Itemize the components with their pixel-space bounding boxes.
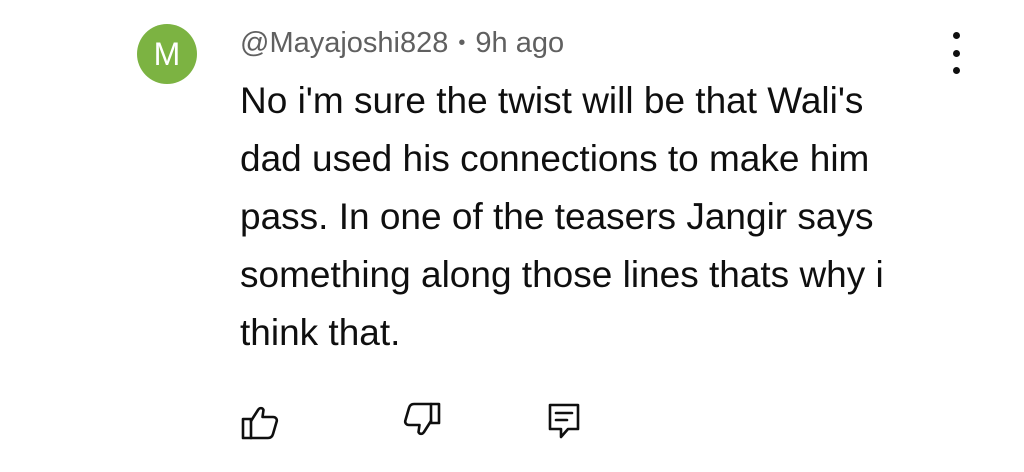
comment-text-line: think that. xyxy=(240,312,401,353)
dislike-button[interactable] xyxy=(398,397,446,445)
comment-text: No i'm sure the twist will be that Wali'… xyxy=(240,72,940,362)
comment-text-line: No i'm sure the twist will be that Wali'… xyxy=(240,80,864,121)
more-dot xyxy=(952,49,960,57)
more-dot xyxy=(952,32,960,39)
thumb-down-icon xyxy=(403,402,441,436)
meta-separator: • xyxy=(458,31,466,54)
avatar[interactable]: M xyxy=(137,24,197,84)
like-button[interactable] xyxy=(236,397,284,445)
comment-text-line: dad used his connections to make him xyxy=(240,138,870,179)
comment-time: 9h ago xyxy=(475,26,565,59)
thumb-up-icon xyxy=(241,406,279,440)
comment-text-line: something along those lines thats why i xyxy=(240,254,884,295)
comment-reply-icon xyxy=(548,403,580,439)
reply-button[interactable] xyxy=(540,397,588,445)
avatar-letter: M xyxy=(153,36,181,72)
comment-meta: @Mayajoshi828 • 9h ago xyxy=(240,26,564,60)
comment-author[interactable]: @Mayajoshi828 xyxy=(240,27,448,60)
more-vertical-icon[interactable] xyxy=(944,32,968,74)
more-dot xyxy=(952,67,960,74)
comment-text-line: pass. In one of the teasers Jangir says xyxy=(240,196,874,237)
comment: M @Mayajoshi828 • 9h ago No i'm sure the… xyxy=(0,0,1024,472)
